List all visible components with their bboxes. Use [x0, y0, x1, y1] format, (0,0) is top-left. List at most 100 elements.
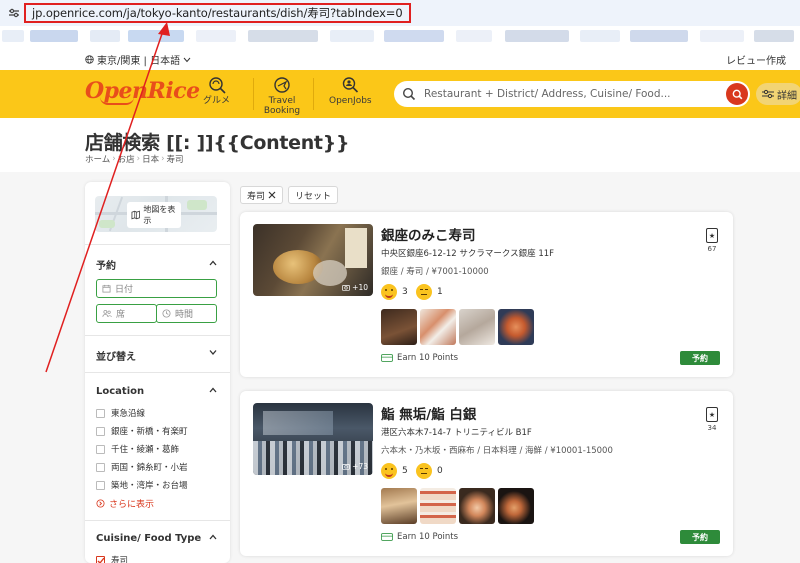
check-icon — [97, 557, 105, 563]
reserve-heading[interactable]: 予約 — [96, 257, 116, 272]
location-option[interactable]: 両国・錦糸町・小岩 — [96, 461, 188, 473]
filter-sidebar: 地図を表示 予約 日付 席 時間 並び替え Location 東急沿線 銀座・新… — [85, 182, 230, 563]
smile-rating: 3 — [381, 284, 408, 300]
camera-icon — [342, 285, 351, 291]
location-option[interactable]: 千住・綾瀬・葛飾 — [96, 443, 179, 455]
nav-openjobs-label: OpenJobs — [329, 96, 372, 106]
earn-points-label: Earn 10 Points — [397, 353, 459, 363]
location-option-label: 東急沿線 — [111, 409, 146, 419]
nav-gourmet-label: グルメ — [203, 96, 231, 106]
location-option[interactable]: 築地・湾岸・お台場 — [96, 479, 188, 491]
ok-rating: 1 — [416, 284, 443, 300]
reset-button[interactable]: リセット — [288, 186, 339, 204]
checkbox[interactable] — [96, 444, 105, 454]
thumbnail[interactable] — [498, 309, 534, 345]
bookmark-button[interactable]: ★ 67 — [706, 228, 718, 253]
date-field[interactable]: 日付 — [96, 279, 217, 298]
sort-heading[interactable]: 並び替え — [96, 348, 136, 363]
chevron-up-icon[interactable] — [208, 532, 218, 542]
breadcrumb-restaurants[interactable]: お店 — [118, 153, 135, 165]
breadcrumb-separator-icon: › — [136, 154, 141, 164]
map-preview[interactable]: 地図を表示 — [95, 196, 217, 232]
reserve-button[interactable]: 予約 — [680, 351, 720, 365]
reserve-button[interactable]: 予約 — [680, 530, 720, 544]
chevron-up-icon[interactable] — [208, 385, 218, 395]
time-field[interactable]: 時間 — [156, 304, 217, 323]
checkbox[interactable] — [96, 426, 105, 436]
globe-icon — [85, 55, 94, 64]
ok-rating: 0 — [416, 463, 443, 479]
nav-openjobs[interactable]: OpenJobs — [329, 76, 372, 106]
thumbnail[interactable] — [381, 488, 417, 524]
bookmark-count: 67 — [707, 245, 717, 253]
cuisine-option[interactable]: 寿司 — [96, 554, 128, 563]
divider — [85, 335, 230, 336]
arrow-right-icon — [96, 499, 105, 508]
restaurant-card[interactable]: +10 銀座のみこ寿司 中央区銀座6-12-12 サクラマークス銀座 11F 銀… — [240, 212, 733, 377]
ok-face-icon — [416, 284, 432, 300]
restaurant-name[interactable]: 鮨 無垢/鮨 白銀 — [381, 403, 476, 423]
region-language-selector[interactable]: 東京/関東 | 日本語 — [85, 52, 191, 67]
restaurant-photo[interactable]: +73 — [253, 403, 373, 475]
bookmark-button[interactable]: ★ 34 — [706, 407, 718, 432]
bookmark-star-icon: ★ — [706, 407, 718, 422]
photo-count-label: +10 — [352, 283, 368, 292]
write-review-link[interactable]: レビュー作成 — [726, 52, 786, 67]
divider — [85, 372, 230, 373]
breadcrumb-home[interactable]: ホーム — [85, 153, 110, 165]
search-button[interactable] — [726, 83, 748, 105]
restaurant-category: 銀座 / 寿司 / ¥7001-10000 — [381, 267, 489, 277]
advanced-filter-button[interactable]: 詳細 — [756, 83, 800, 105]
cuisine-heading[interactable]: Cuisine/ Food Type — [96, 533, 201, 544]
chevron-down-icon[interactable] — [208, 347, 218, 357]
seats-field[interactable]: 席 — [96, 304, 157, 323]
active-filter-chip[interactable]: 寿司 — [240, 186, 284, 204]
thumbnail[interactable] — [381, 309, 417, 345]
search-input[interactable]: Restaurant + District/ Address, Cuisine/… — [424, 88, 671, 100]
restaurant-name[interactable]: 銀座のみこ寿司 — [381, 224, 476, 244]
chevron-up-icon[interactable] — [208, 258, 218, 268]
divider — [85, 520, 230, 521]
thumbnail[interactable] — [498, 488, 534, 524]
gourmet-icon — [208, 77, 226, 94]
checkbox[interactable] — [96, 408, 105, 418]
chevron-down-icon — [183, 57, 191, 62]
checkbox[interactable] — [96, 462, 105, 472]
region-label: 東京/関東 | 日本語 — [97, 56, 181, 67]
thumbnail[interactable] — [420, 309, 456, 345]
thumbnail[interactable] — [420, 488, 456, 524]
location-heading[interactable]: Location — [96, 386, 144, 397]
site-settings-icon[interactable] — [6, 5, 22, 21]
reset-label: リセット — [295, 191, 332, 202]
breadcrumb-separator-icon: › — [112, 154, 116, 164]
search-bar[interactable]: Restaurant + District/ Address, Cuisine/… — [394, 81, 750, 107]
restaurant-card[interactable]: +73 鮨 無垢/鮨 白銀 港区六本木7-14-7 トリニティビル B1F 六本… — [240, 391, 733, 556]
clock-icon — [162, 309, 171, 318]
show-more-link[interactable]: さらに表示 — [96, 497, 154, 510]
photo-thumbnails — [381, 309, 534, 345]
restaurant-photo[interactable]: +10 — [253, 224, 373, 296]
show-map-button[interactable]: 地図を表示 — [127, 202, 181, 228]
location-option[interactable]: 銀座・新橋・有楽町 — [96, 425, 188, 437]
checkbox[interactable] — [96, 480, 105, 490]
people-icon — [102, 309, 112, 318]
coin-icon — [381, 533, 393, 541]
nav-gourmet[interactable]: グルメ — [203, 76, 230, 106]
earn-points: Earn 10 Points — [381, 532, 458, 542]
logo-smile-mark — [100, 97, 134, 105]
location-option-label: 両国・錦糸町・小岩 — [111, 463, 188, 473]
ok-count: 0 — [437, 466, 443, 476]
close-icon[interactable] — [268, 191, 276, 199]
thumbnail[interactable] — [459, 488, 495, 524]
restaurant-address: 中央区銀座6-12-12 サクラマークス銀座 11F — [381, 249, 555, 259]
nav-travel-booking[interactable]: Travel Booking — [263, 76, 301, 116]
smile-face-icon — [381, 284, 397, 300]
thumbnail[interactable] — [459, 309, 495, 345]
ok-face-icon — [416, 463, 432, 479]
nav-travel-label: Travel Booking — [263, 96, 301, 116]
checkbox-checked[interactable] — [96, 555, 105, 563]
url-field[interactable]: jp.openrice.com/ja/tokyo-kanto/restauran… — [24, 3, 411, 23]
location-option[interactable]: 東急沿線 — [96, 407, 145, 419]
breadcrumb-japan[interactable]: 日本 — [142, 153, 159, 165]
sliders-icon — [762, 89, 774, 99]
